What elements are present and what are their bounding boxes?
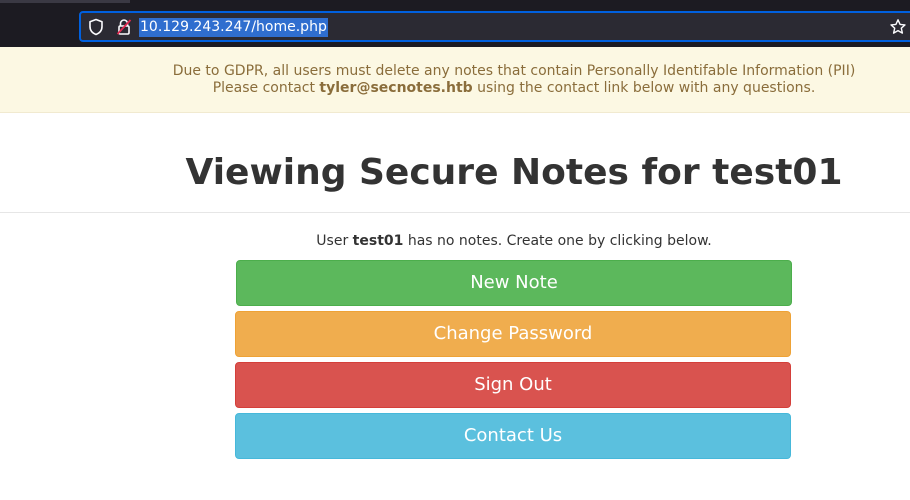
- change-password-button[interactable]: Change Password: [235, 311, 791, 357]
- sign-out-button[interactable]: Sign Out: [235, 362, 791, 408]
- status-prefix: User: [316, 233, 353, 249]
- notes-status-text: User test01 has no notes. Create one by …: [0, 232, 910, 250]
- tab-strip: [0, 0, 130, 3]
- status-username: test01: [352, 233, 404, 249]
- shield-icon[interactable]: [87, 18, 105, 36]
- address-bar[interactable]: 10.129.243.247/home.php: [79, 11, 910, 42]
- page-title: Viewing Secure Notes for test01: [0, 151, 910, 195]
- gdpr-notice-text: Due to GDPR, all users must delete any n…: [172, 63, 856, 79]
- page-header: Viewing Secure Notes for test01: [0, 113, 910, 213]
- page-title-prefix: Viewing Secure Notes for: [185, 152, 713, 193]
- contact-email: tyler@secnotes.htb: [319, 80, 473, 96]
- url-text[interactable]: 10.129.243.247/home.php: [139, 18, 328, 37]
- page-title-username: test01: [712, 152, 843, 193]
- new-note-button[interactable]: New Note: [236, 260, 792, 306]
- contact-prefix: Please contact: [212, 80, 320, 96]
- insecure-lock-icon[interactable]: [115, 18, 133, 36]
- status-suffix: has no notes. Create one by clicking bel…: [403, 233, 712, 249]
- star-icon[interactable]: [889, 18, 907, 36]
- gdpr-alert-banner: Due to GDPR, all users must delete any n…: [0, 47, 910, 113]
- contact-suffix: using the contact link below with any qu…: [472, 80, 816, 96]
- browser-toolbar: 10.129.243.247/home.php: [0, 0, 910, 47]
- contact-notice-text: Please contact tyler@secnotes.htb using …: [0, 80, 910, 97]
- contact-us-button[interactable]: Contact Us: [235, 413, 791, 459]
